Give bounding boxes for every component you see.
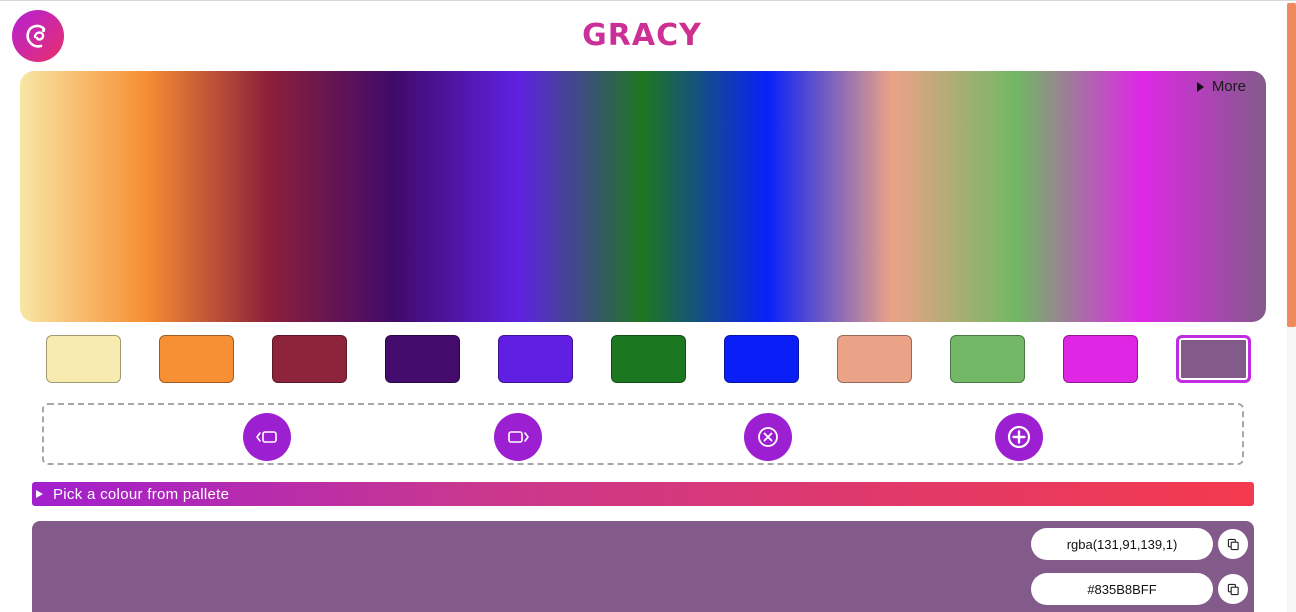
copy-icon [1227,538,1239,550]
expand-triangle-icon [1196,81,1204,92]
close-circle-icon [758,427,778,447]
copy-rgba-button[interactable] [1218,529,1248,559]
selected-colour-preview: rgba(131,91,139,1) #835B8BFF [32,521,1254,612]
remove-colour-button[interactable] [744,413,792,461]
pick-colour-toggle[interactable]: Pick a colour from pallete [32,482,1254,506]
palette-swatch[interactable] [950,335,1025,383]
app-title: GRACY [0,18,1284,53]
palette-swatch[interactable] [272,335,347,383]
more-label: More [1211,78,1246,95]
add-colour-button[interactable] [995,413,1043,461]
copy-icon [1227,583,1239,595]
palette-swatch[interactable] [1176,335,1251,383]
palette-swatch[interactable] [46,335,121,383]
copy-hex-button[interactable] [1218,574,1248,604]
pick-colour-label: Pick a colour from pallete [53,485,230,503]
palette-toolbar [42,403,1244,465]
palette-swatch[interactable] [611,335,686,383]
expand-triangle-icon [36,490,43,498]
gradient-preview: More [20,71,1266,322]
palette-swatch[interactable] [1063,335,1138,383]
palette-swatch[interactable] [385,335,460,383]
scrollbar-thumb[interactable] [1287,3,1296,327]
palette-swatch[interactable] [837,335,912,383]
move-left-icon [256,431,277,443]
plus-circle-icon [1007,425,1031,449]
rgba-value-field[interactable]: rgba(131,91,139,1) [1031,528,1213,560]
move-right-icon [508,431,529,443]
move-left-button[interactable] [243,413,291,461]
palette-swatch[interactable] [724,335,799,383]
more-toggle[interactable]: More [1196,78,1246,95]
palette-swatch[interactable] [159,335,234,383]
palette-swatch[interactable] [498,335,573,383]
move-right-button[interactable] [494,413,542,461]
app-page: GRACY More Pick a colour from pallete rg… [0,0,1296,612]
hex-value-field[interactable]: #835B8BFF [1031,573,1213,605]
